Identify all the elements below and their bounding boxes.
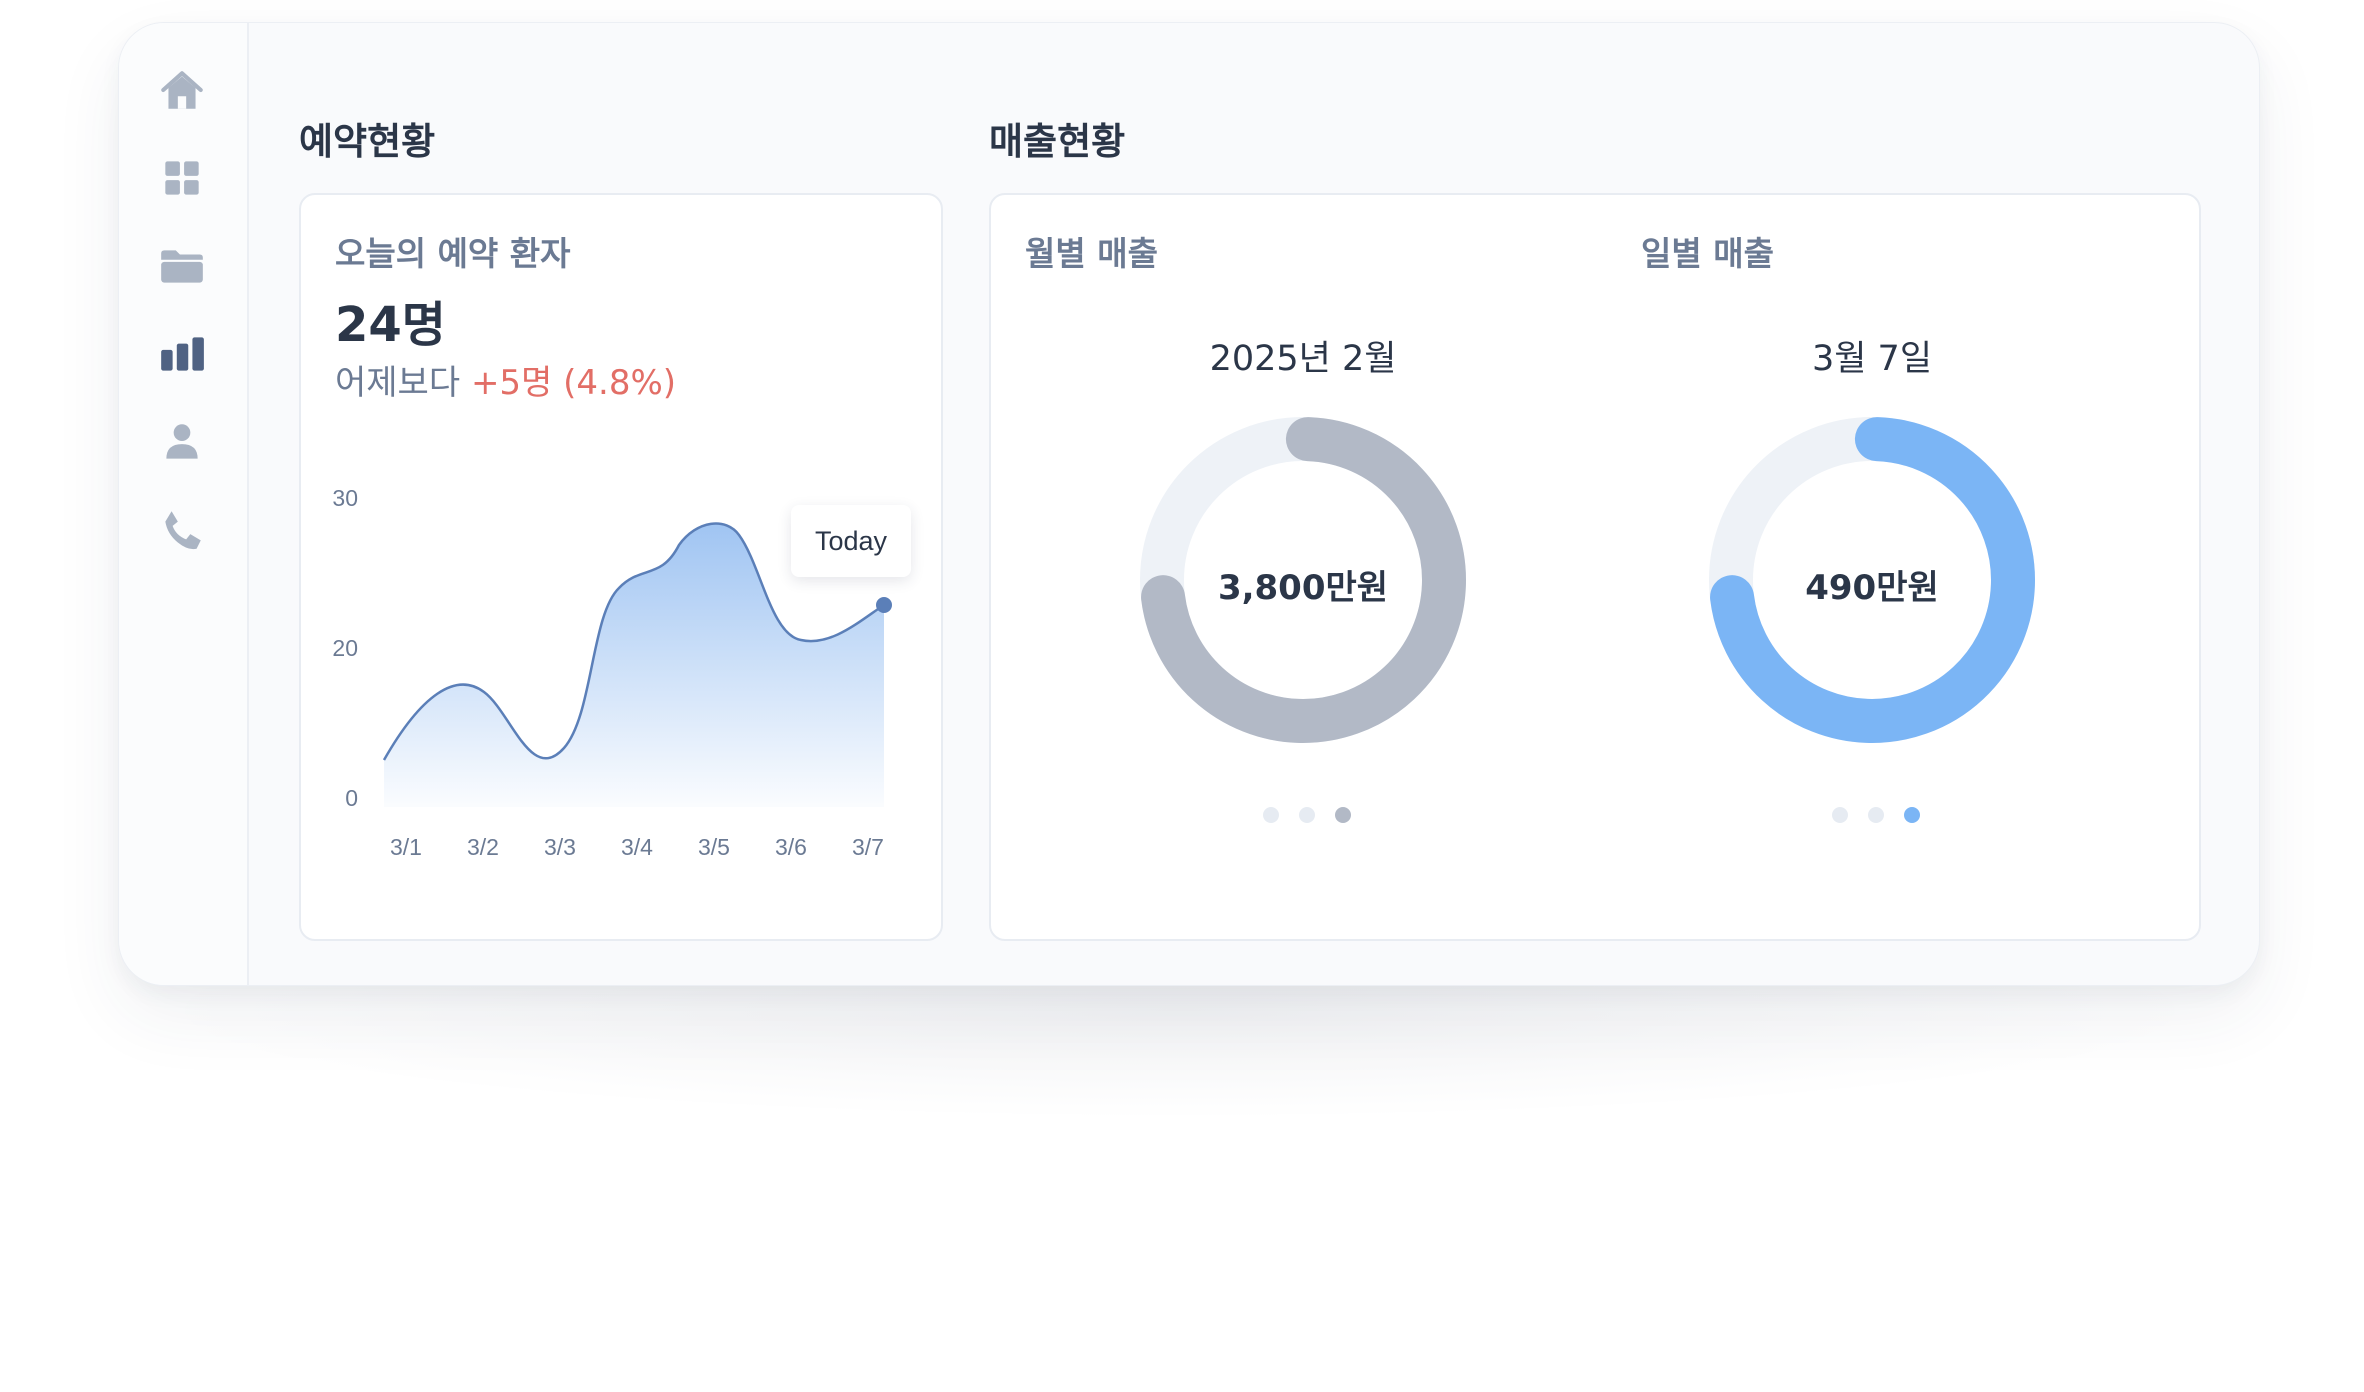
daily-dot-1[interactable] [1832,807,1848,823]
sales-card: 월별 매출 일별 매출 2025년 2월 3월 7일 3,800만원 490만원 [989,193,2201,941]
daily-pagination [1832,807,1920,823]
user-icon[interactable] [157,417,207,467]
monthly-pagination [1263,807,1351,823]
grid-icon[interactable] [157,153,207,203]
today-tooltip: Today [791,505,911,577]
monthly-dot-3[interactable] [1335,807,1351,823]
home-icon[interactable] [157,65,207,115]
x-tick-label: 3/6 [775,834,807,860]
y-tick-0: 0 [345,785,358,811]
sidebar [119,23,249,985]
x-tick-label: 3/5 [698,834,730,860]
monthly-amount: 3,800만원 [1217,568,1389,608]
dashboard-window: 예약현황 오늘의 예약 환자 24명 어제보다 +5명 (4.8%) 30 20… [118,22,2260,986]
monthly-dot-1[interactable] [1263,807,1279,823]
phone-icon[interactable] [157,505,207,555]
monthly-dot-2[interactable] [1299,807,1315,823]
y-tick-30: 30 [332,485,358,511]
x-tick-label: 3/7 [852,834,884,860]
y-tick-20: 20 [332,635,358,661]
reservation-section-title: 예약현황 [299,120,436,163]
daily-amount: 490만원 [1805,568,1939,608]
daily-dot-3[interactable] [1904,807,1920,823]
monthly-period: 2025년 2월 [1209,339,1397,379]
x-tick-label: 3/1 [390,834,422,860]
today-point[interactable] [876,597,892,613]
x-tick-label: 3/2 [467,834,499,860]
daily-dot-2[interactable] [1868,807,1884,823]
x-tick-label: 3/4 [621,834,653,860]
bar-chart-icon[interactable] [157,329,207,379]
sales-section-title: 매출현황 [989,120,1126,163]
x-tick-label: 3/3 [544,834,576,860]
folder-icon[interactable] [157,241,207,291]
monthly-sales-label: 월별 매출 [1025,234,1158,273]
reservation-card: 오늘의 예약 환자 24명 어제보다 +5명 (4.8%) 30 20 0 3/… [299,193,943,941]
daily-sales-label: 일별 매출 [1641,234,1774,273]
daily-period: 3월 7일 [1811,339,1933,379]
